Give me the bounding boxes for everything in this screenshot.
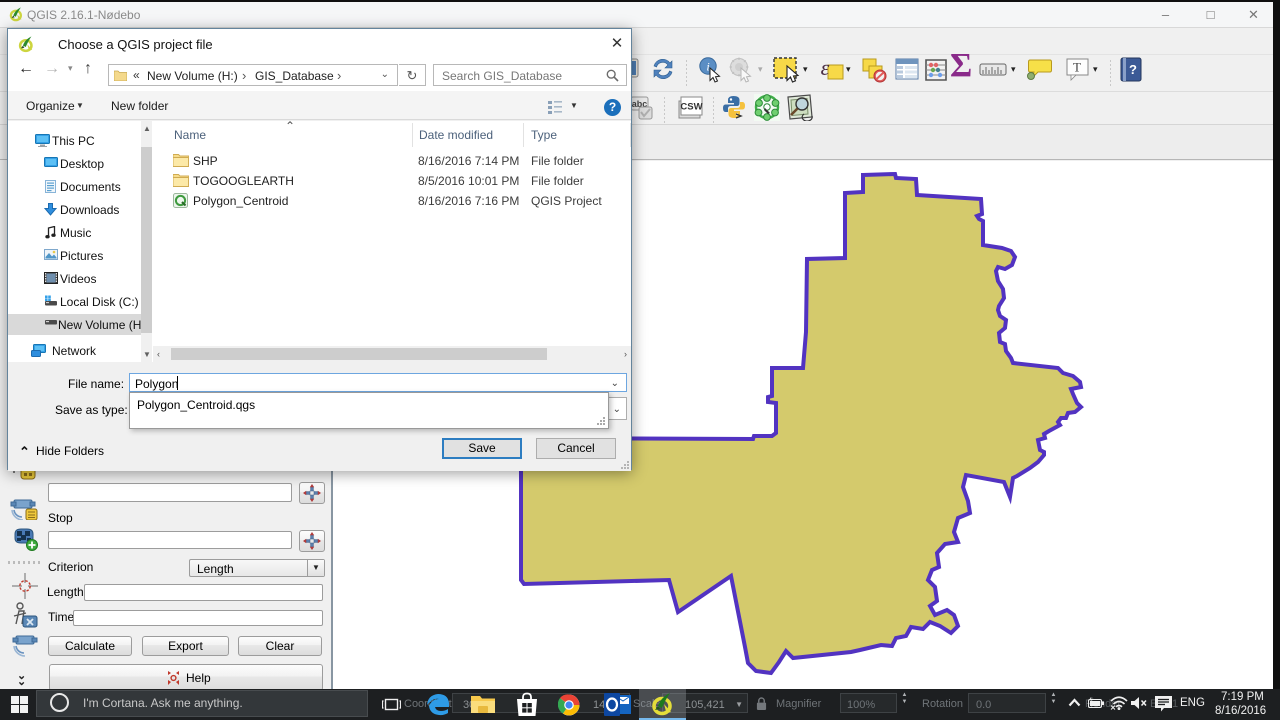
svg-text:T: T: [1073, 60, 1081, 75]
svg-text:?: ?: [1129, 62, 1137, 77]
svg-text:CSW: CSW: [680, 102, 702, 113]
svg-text:ε: ε: [821, 56, 830, 80]
svg-text:i: i: [706, 60, 709, 74]
